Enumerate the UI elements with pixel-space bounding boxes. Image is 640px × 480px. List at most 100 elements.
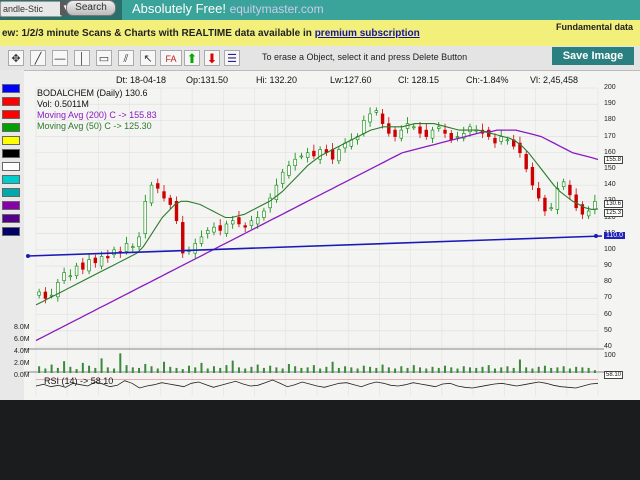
horizontal-line-icon[interactable]: ― — [52, 50, 68, 66]
fundamental-data-link[interactable]: Fundamental data — [556, 22, 633, 32]
arrow-up-icon[interactable]: ⬆ — [184, 50, 200, 66]
candle-body — [337, 149, 341, 162]
search-button[interactable]: Search — [66, 0, 116, 16]
candle-body — [305, 152, 310, 158]
legend-symbol: BODALCHEM (Daily) 130.6 — [37, 88, 148, 98]
volume-bar — [531, 368, 534, 373]
candle-body — [437, 126, 441, 129]
quote-high: Hi: 132.20 — [256, 75, 298, 85]
save-image-button[interactable]: Save Image — [552, 47, 634, 65]
candle-body — [536, 188, 541, 199]
last-price-badge: 130.6 — [604, 200, 624, 208]
candle-body — [237, 217, 241, 225]
candle-body — [224, 223, 229, 234]
volume-bar — [431, 366, 434, 373]
volume-bar — [275, 367, 278, 373]
price-tick-label: 150 — [604, 164, 616, 172]
color-swatch[interactable] — [2, 175, 20, 184]
line-tool-icon[interactable]: ╱ — [30, 50, 46, 66]
arrow-down-icon[interactable]: ⬇ — [204, 50, 220, 66]
volume-bar — [537, 366, 540, 373]
volume-bar — [262, 367, 265, 373]
trendline-badge: 110.0 — [604, 232, 625, 239]
legend-volume: Vol: 0.5011M — [37, 99, 89, 109]
promo-text: ew: 1/2/3 minute Scans & Charts with REA… — [2, 28, 420, 39]
candle-body — [74, 265, 79, 277]
volume-bar — [38, 366, 41, 373]
price-tick-label: 100 — [604, 245, 616, 253]
volume-bar — [81, 362, 84, 373]
price-tick-label: 70 — [604, 294, 612, 302]
price-tick-label: 200 — [604, 84, 616, 91]
candle-body — [99, 256, 104, 267]
volume-bar — [325, 366, 328, 373]
quote-low: Lw:127.60 — [330, 75, 372, 85]
candle-body — [374, 110, 379, 113]
color-swatch[interactable] — [2, 149, 20, 158]
volume-bar — [475, 367, 478, 373]
move-icon[interactable]: ✥ — [8, 50, 24, 66]
volume-bar — [425, 368, 428, 373]
volume-bar — [175, 367, 178, 373]
color-swatch[interactable] — [2, 201, 20, 210]
candle-body — [549, 207, 553, 210]
volume-bar — [194, 367, 197, 373]
candle-body — [255, 217, 260, 225]
volume-bar — [450, 367, 453, 373]
color-swatch[interactable] — [2, 188, 20, 197]
color-swatch[interactable] — [2, 162, 20, 171]
trendline-handle — [594, 234, 598, 238]
candle-body — [505, 139, 510, 142]
volume-axis-tick: 100 — [604, 352, 616, 359]
premium-subscription-link[interactable]: premium subscription — [315, 28, 420, 39]
candle-body — [293, 158, 297, 166]
rectangle-icon[interactable]: ▭ — [96, 50, 112, 66]
promo-message: ew: 1/2/3 minute Scans & Charts with REA… — [2, 28, 312, 39]
volume-bar — [468, 367, 471, 373]
volume-bar — [387, 367, 390, 373]
menu-lines-icon[interactable]: ☰ — [224, 50, 240, 66]
candle-body — [287, 165, 291, 176]
channel-icon[interactable]: ⫽ — [118, 50, 134, 66]
volume-bar — [319, 368, 322, 373]
price-tick-label: 60 — [604, 310, 612, 318]
quote-date: Dt: 18-04-18 — [116, 75, 167, 85]
volume-bar — [250, 366, 253, 373]
volume-bar — [200, 362, 203, 373]
volume-bar — [237, 367, 240, 373]
arrow-cursor-icon[interactable]: ↖ — [140, 50, 156, 66]
price-tick-label: 180 — [604, 116, 616, 124]
volume-bar — [493, 368, 496, 373]
volume-bar — [163, 361, 166, 373]
color-swatch[interactable] — [2, 110, 20, 119]
candle-body — [555, 188, 560, 210]
candle-body — [93, 257, 98, 264]
fibonacci-icon[interactable]: FA — [160, 50, 182, 66]
candle-body — [561, 181, 566, 188]
candle-body — [181, 222, 185, 254]
color-swatch[interactable] — [2, 136, 20, 145]
volume-bar — [169, 366, 172, 373]
candle-body — [387, 123, 391, 134]
volume-bar — [487, 365, 490, 373]
candle-body — [43, 291, 48, 299]
color-swatch[interactable] — [2, 123, 20, 132]
color-swatch[interactable] — [2, 214, 20, 223]
color-swatch[interactable] — [2, 84, 20, 93]
candle-body — [368, 113, 372, 123]
legend-ma50: Moving Avg (50) C -> 125.30 — [37, 121, 152, 131]
volume-bar — [287, 364, 290, 373]
vertical-line-icon[interactable]: │ — [74, 50, 90, 66]
color-swatch[interactable] — [2, 227, 20, 236]
candle-body — [399, 129, 403, 139]
candle-body — [524, 154, 528, 170]
color-swatch[interactable] — [2, 97, 20, 106]
volume-bar — [56, 367, 59, 373]
volume-tick: 6.0M — [14, 336, 30, 343]
volume-bar — [269, 365, 272, 373]
chart-style-select[interactable]: andle-Stic — [0, 1, 62, 17]
volume-bar — [356, 368, 359, 373]
volume-bar — [556, 367, 559, 373]
banner-title: Absolutely Free! — [132, 1, 226, 16]
candle-body — [212, 226, 216, 233]
